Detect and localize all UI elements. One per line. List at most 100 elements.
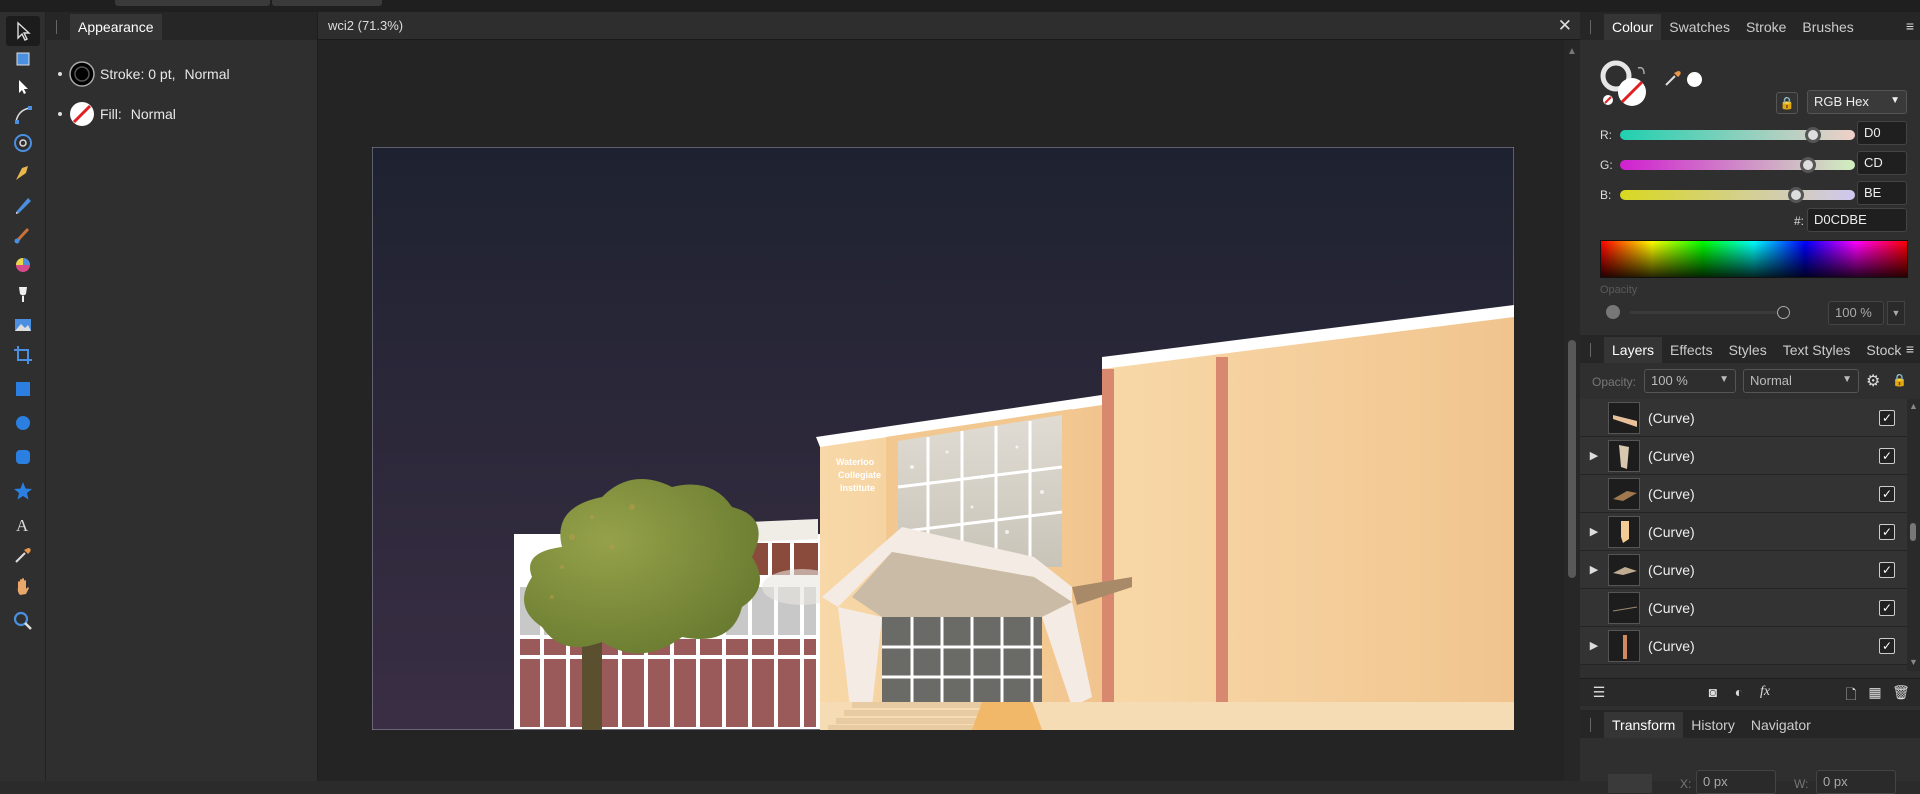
ellipse-tool-icon[interactable] <box>6 408 40 438</box>
current-colour-swatch[interactable] <box>1687 72 1702 87</box>
layer-name[interactable]: (Curve) <box>1648 524 1879 540</box>
vector-brush-icon[interactable] <box>6 220 40 250</box>
place-image-icon[interactable] <box>6 310 40 340</box>
pen-tool-icon[interactable] <box>6 158 40 188</box>
delete-icon[interactable]: 🗑 <box>1892 684 1910 702</box>
visibility-checkbox[interactable]: ✓ <box>1879 637 1895 654</box>
panel-menu-icon[interactable]: ≡ <box>1906 18 1914 34</box>
gear-icon[interactable]: ⚙ <box>1866 371 1880 391</box>
text-tool-icon[interactable]: A <box>6 510 40 540</box>
green-value-field[interactable]: CD <box>1857 151 1907 175</box>
visibility-checkbox[interactable]: ✓ <box>1879 409 1895 426</box>
tab-styles[interactable]: Styles <box>1721 337 1775 363</box>
visibility-checkbox[interactable]: ✓ <box>1879 447 1895 464</box>
blue-value-field[interactable]: BE <box>1857 181 1907 205</box>
vertical-scrollbar[interactable]: ▲ <box>1564 40 1580 781</box>
tab-swatches[interactable]: Swatches <box>1661 14 1738 40</box>
blue-slider[interactable] <box>1620 187 1855 203</box>
stroke-row[interactable]: Stroke: 0 pt, Normal <box>58 60 230 88</box>
fill-tool-icon[interactable] <box>6 250 40 280</box>
pencil-tool-icon[interactable] <box>6 190 40 220</box>
fx-icon[interactable]: fx <box>1756 684 1774 702</box>
red-value-field[interactable]: D0 <box>1857 121 1907 145</box>
layer-name[interactable]: (Curve) <box>1648 448 1879 464</box>
tab-history[interactable]: History <box>1683 712 1743 738</box>
layer-name[interactable]: (Curve) <box>1648 486 1879 502</box>
colour-spectrum[interactable] <box>1600 240 1908 278</box>
tab-stock[interactable]: Stock <box>1858 337 1909 363</box>
tab-brushes[interactable]: Brushes <box>1794 14 1861 40</box>
slider-thumb[interactable] <box>1804 127 1821 143</box>
slider-thumb[interactable] <box>1788 187 1805 203</box>
zoom-tool-icon[interactable] <box>6 606 40 636</box>
panel-grip[interactable] <box>1590 343 1598 357</box>
expand-arrow-icon[interactable]: ▶ <box>1580 563 1608 576</box>
scroll-down-icon[interactable]: ▼ <box>1909 657 1918 667</box>
blend-mode-dropdown[interactable]: Normal ▼ <box>1743 369 1859 393</box>
layers-stack-icon[interactable]: ☰ <box>1590 684 1608 702</box>
opacity-field[interactable]: 100 % <box>1828 301 1884 325</box>
layer-row[interactable]: (Curve) ✓ <box>1580 475 1907 513</box>
slider-thumb[interactable] <box>1777 306 1790 319</box>
star-tool-icon[interactable] <box>6 476 40 506</box>
stroke-blend-mode[interactable]: Normal <box>184 66 229 82</box>
tab-navigator[interactable]: Navigator <box>1743 712 1819 738</box>
visibility-checkbox[interactable]: ✓ <box>1879 561 1895 578</box>
fill-swatch-icon[interactable] <box>68 100 96 128</box>
scrollbar-thumb[interactable] <box>1568 340 1576 578</box>
scroll-up-icon[interactable]: ▲ <box>1909 401 1918 411</box>
context-tab[interactable] <box>272 0 382 6</box>
add-layer-icon[interactable]: 🗋 <box>1842 684 1860 702</box>
colour-picker-icon[interactable] <box>6 540 40 570</box>
visibility-checkbox[interactable]: ✓ <box>1879 599 1895 616</box>
tab-effects[interactable]: Effects <box>1662 337 1721 363</box>
panel-grip[interactable] <box>1590 718 1598 732</box>
slider-thumb[interactable] <box>1800 157 1816 173</box>
transparency-tool-icon[interactable] <box>6 280 40 310</box>
layer-name[interactable]: (Curve) <box>1648 638 1879 654</box>
artboard-canvas[interactable]: Waterloo Collegiate Institute <box>372 147 1514 730</box>
layer-name[interactable]: (Curve) <box>1648 600 1879 616</box>
panel-grip[interactable] <box>56 20 64 34</box>
expand-arrow-icon[interactable]: ▶ <box>1580 449 1608 462</box>
colour-well-icon[interactable] <box>1600 60 1650 110</box>
layer-row[interactable]: (Curve) ✓ <box>1580 589 1907 627</box>
rectangle-tool-icon[interactable] <box>6 374 40 404</box>
layer-row[interactable]: ▶ (Curve) ✓ <box>1580 513 1907 551</box>
view-hand-icon[interactable] <box>6 572 40 602</box>
expand-arrow-icon[interactable]: ▶ <box>1580 639 1608 652</box>
artboard-tool-icon[interactable] <box>6 44 40 74</box>
move-tool-icon[interactable] <box>6 16 40 46</box>
layer-name[interactable]: (Curve) <box>1648 562 1879 578</box>
tab-stroke[interactable]: Stroke <box>1738 14 1794 40</box>
green-slider[interactable] <box>1620 157 1855 173</box>
scrollbar-thumb[interactable] <box>1910 523 1916 541</box>
adjustment-icon[interactable]: ◐ <box>1730 684 1748 702</box>
panel-menu-icon[interactable]: ≡ <box>1906 341 1914 357</box>
visibility-checkbox[interactable]: ✓ <box>1879 523 1895 540</box>
panel-grip[interactable] <box>1590 20 1598 34</box>
x-field[interactable]: 0 px <box>1696 770 1776 794</box>
anchor-selector-icon[interactable] <box>1608 774 1652 793</box>
point-transform-icon[interactable] <box>6 128 40 158</box>
rounded-rectangle-icon[interactable] <box>6 442 40 472</box>
lock-icon[interactable]: 🔒 <box>1892 373 1907 387</box>
tab-layers[interactable]: Layers <box>1604 337 1663 363</box>
tab-transform[interactable]: Transform <box>1604 712 1684 738</box>
layer-row[interactable]: ▶ (Curve) ✓ <box>1580 437 1907 475</box>
visibility-checkbox[interactable]: ✓ <box>1879 485 1895 502</box>
corner-tool-icon[interactable] <box>6 100 40 130</box>
context-tab[interactable] <box>115 0 270 6</box>
tab-text-styles[interactable]: Text Styles <box>1775 337 1859 363</box>
chevron-down-icon[interactable]: ▼ <box>1887 301 1905 325</box>
layers-scrollbar[interactable]: ▲ ▼ <box>1907 399 1920 671</box>
layer-row[interactable]: (Curve) ✓ <box>1580 399 1907 437</box>
mask-icon[interactable]: ◙ <box>1704 684 1722 702</box>
layer-name[interactable]: (Curve) <box>1648 410 1879 426</box>
expand-arrow-icon[interactable]: ▶ <box>1580 525 1608 538</box>
crop-tool-icon[interactable] <box>6 340 40 370</box>
layer-opacity-dropdown[interactable]: 100 % ▼ <box>1644 369 1736 393</box>
close-icon[interactable]: ✕ <box>1558 16 1572 36</box>
fill-blend-mode[interactable]: Normal <box>131 106 176 122</box>
stroke-swatch-icon[interactable] <box>68 60 96 88</box>
